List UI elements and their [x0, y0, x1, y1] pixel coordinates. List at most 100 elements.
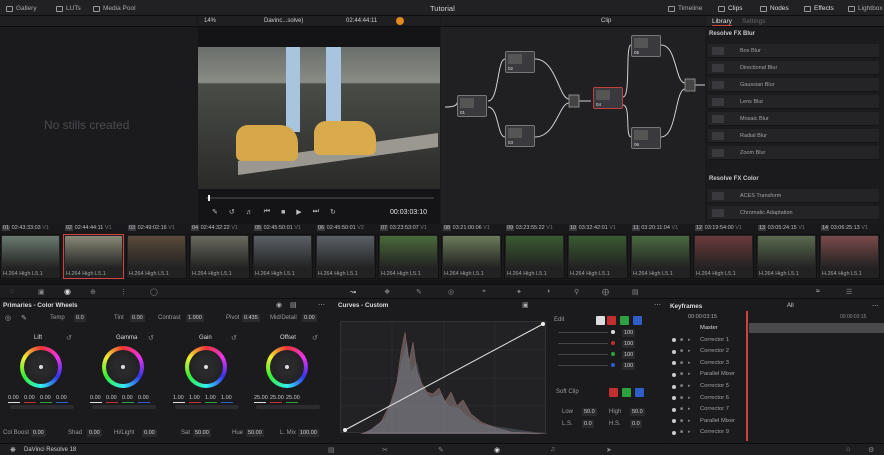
scrubber-bar[interactable] — [206, 197, 434, 199]
node-03[interactable]: 03 — [505, 125, 535, 147]
color-warper-icon[interactable]: ❖ — [384, 288, 390, 296]
wheel-value[interactable]: 0.00 — [40, 395, 51, 401]
lift-wheel[interactable] — [20, 346, 62, 388]
blur-tool-icon[interactable]: ◑ — [546, 288, 550, 295]
node-mode[interactable]: Clip — [601, 18, 611, 24]
keyframe-row[interactable]: ■ ▸ Parallel Mixer — [668, 416, 884, 428]
contrast-value[interactable]: 1.000 — [186, 314, 204, 322]
fx-directional-blur[interactable]: Directional Blur — [708, 61, 879, 75]
wheel-value[interactable]: 25.00 — [270, 395, 284, 401]
gamma-master-wheel[interactable] — [92, 405, 156, 409]
viewer-frame[interactable] — [198, 47, 440, 189]
lock-icon[interactable]: ■ — [680, 429, 683, 435]
wheel-center[interactable] — [204, 365, 208, 369]
colboost-value[interactable]: 0.00 — [31, 429, 46, 437]
edit-r-button[interactable] — [607, 316, 616, 325]
wheel-center[interactable] — [285, 365, 289, 369]
library-tab[interactable]: Library — [712, 18, 732, 26]
wheel-center[interactable] — [121, 365, 125, 369]
media-pool-tab[interactable]: Media Pool — [93, 5, 136, 12]
edit-page-icon[interactable]: ✎ — [438, 446, 444, 454]
clip-thumbnail[interactable]: H.264 High L5.1 — [0, 234, 61, 279]
wheel-value[interactable]: 1.00 — [205, 395, 216, 401]
timeline-tab[interactable]: Timeline — [668, 5, 702, 12]
keyframe-dot[interactable] — [672, 361, 676, 366]
offset-master-wheel[interactable] — [256, 405, 320, 409]
tint-value[interactable]: 0.00 — [130, 314, 145, 322]
zoom-level[interactable]: 14% — [204, 18, 216, 24]
gain-wheel[interactable] — [185, 346, 227, 388]
keyframe-dot[interactable] — [672, 430, 676, 435]
node-01[interactable]: 01 — [457, 95, 487, 117]
wheel-value[interactable]: 0.00 — [56, 395, 67, 401]
picker-icon[interactable]: ✎ — [21, 314, 27, 322]
reset-offset-icon[interactable]: ↺ — [312, 334, 318, 342]
keyframe-dot[interactable] — [672, 407, 676, 412]
keyframe-dot[interactable] — [672, 372, 676, 377]
fx-mosaic-blur[interactable]: Mosaic Blur — [708, 112, 879, 126]
softclip-g-button[interactable] — [622, 388, 631, 397]
wheel-value[interactable]: 0.00 — [106, 395, 117, 401]
fx-radial-blur[interactable]: Radial Blur — [708, 129, 879, 143]
prev-clip-icon[interactable]: ⏮ — [264, 208, 270, 216]
pivot-value[interactable]: 0.435 — [242, 314, 260, 322]
wheel-value[interactable]: 1.00 — [221, 395, 232, 401]
fairlight-page-icon[interactable]: ♫ — [550, 446, 555, 453]
home-icon[interactable]: ⌂ — [846, 446, 850, 453]
lock-icon[interactable]: ■ — [680, 360, 683, 366]
lift-master-wheel[interactable] — [10, 405, 74, 409]
node-06[interactable]: 06 — [631, 127, 661, 149]
color-wheels-icon[interactable]: ◉ — [64, 287, 71, 296]
gamma-wheel[interactable] — [102, 346, 144, 388]
clip-thumbnail[interactable]: H.264 High L5.1 — [63, 234, 124, 279]
deliver-page-icon[interactable]: ➤ — [606, 446, 612, 454]
keyframe-dot[interactable] — [672, 384, 676, 389]
fx-zoom-blur[interactable]: Zoom Blur — [708, 146, 879, 160]
keyframe-row[interactable]: ■ ▸ Corrector 9 — [668, 427, 884, 439]
edit-y-value[interactable]: 100 — [622, 329, 636, 337]
fx-box-blur[interactable]: Box Blur — [708, 44, 879, 58]
edit-y-button[interactable] — [596, 316, 605, 325]
clip-thumbnail[interactable]: H.264 High L5.1 — [756, 234, 817, 279]
keyframes-filter[interactable]: All — [787, 303, 794, 309]
clip-thumbnail[interactable]: H.264 High L5.1 — [252, 234, 313, 279]
scopes-icon[interactable]: ☰ — [846, 288, 852, 296]
audio-icon[interactable]: ♬ — [246, 209, 253, 216]
settings-icon[interactable]: ⚙ — [868, 446, 874, 454]
clip-thumbnail[interactable]: H.264 High L5.1 — [630, 234, 691, 279]
curves-more-icon[interactable]: ⋯ — [654, 301, 661, 309]
tracker-icon[interactable]: ⌖ — [482, 288, 486, 296]
primaries-more-icon[interactable]: ⋯ — [318, 301, 325, 309]
lock-icon[interactable]: ■ — [680, 371, 683, 377]
record-indicator-icon[interactable] — [396, 17, 404, 25]
camera-raw-icon[interactable]: ◌ — [10, 288, 14, 295]
hilight-value[interactable]: 0.00 — [142, 429, 157, 437]
clip-thumbnail[interactable]: H.264 High L5.1 — [189, 234, 250, 279]
clip-thumbnail[interactable]: H.264 High L5.1 — [378, 234, 439, 279]
wheel-center[interactable] — [39, 365, 43, 369]
temp-value[interactable]: 0.0 — [74, 314, 86, 322]
qualifier-icon[interactable]: ✎ — [416, 288, 422, 296]
expand-arrow-icon[interactable]: ▸ — [688, 418, 691, 424]
reset-gain-icon[interactable]: ↺ — [231, 334, 237, 342]
motion-effects-icon[interactable]: ◯ — [150, 288, 158, 296]
curve-graph[interactable] — [340, 321, 547, 434]
wheel-value[interactable]: 25.00 — [286, 395, 300, 401]
clip-thumbnail[interactable]: H.264 High L5.1 — [819, 234, 880, 279]
expand-arrow-icon[interactable]: ▸ — [688, 406, 691, 412]
nodes-tab[interactable]: Nodes — [760, 5, 789, 12]
node-02[interactable]: 02 — [505, 51, 535, 73]
edit-g-button[interactable] — [620, 316, 629, 325]
lock-icon[interactable]: ■ — [680, 337, 683, 343]
fx-chromatic-adaptation[interactable]: Chromatic Adaptation — [708, 206, 879, 220]
effects-tab[interactable]: Effects — [804, 5, 834, 12]
keyframe-row[interactable]: ■ ▸ Parallel Mixer — [668, 369, 884, 381]
keyframe-row[interactable]: ■ ▸ Corrector 2 — [668, 346, 884, 358]
softclip-b-button[interactable] — [635, 388, 644, 397]
gain-master-wheel[interactable] — [175, 405, 239, 409]
curves-mode-icon[interactable]: ▣ — [522, 301, 529, 309]
auto-balance-icon[interactable]: ◎ — [5, 314, 11, 322]
softclip-r-button[interactable] — [609, 388, 618, 397]
luts-tab[interactable]: LUTs — [56, 5, 81, 12]
middetail-value[interactable]: 0.00 — [302, 314, 317, 322]
